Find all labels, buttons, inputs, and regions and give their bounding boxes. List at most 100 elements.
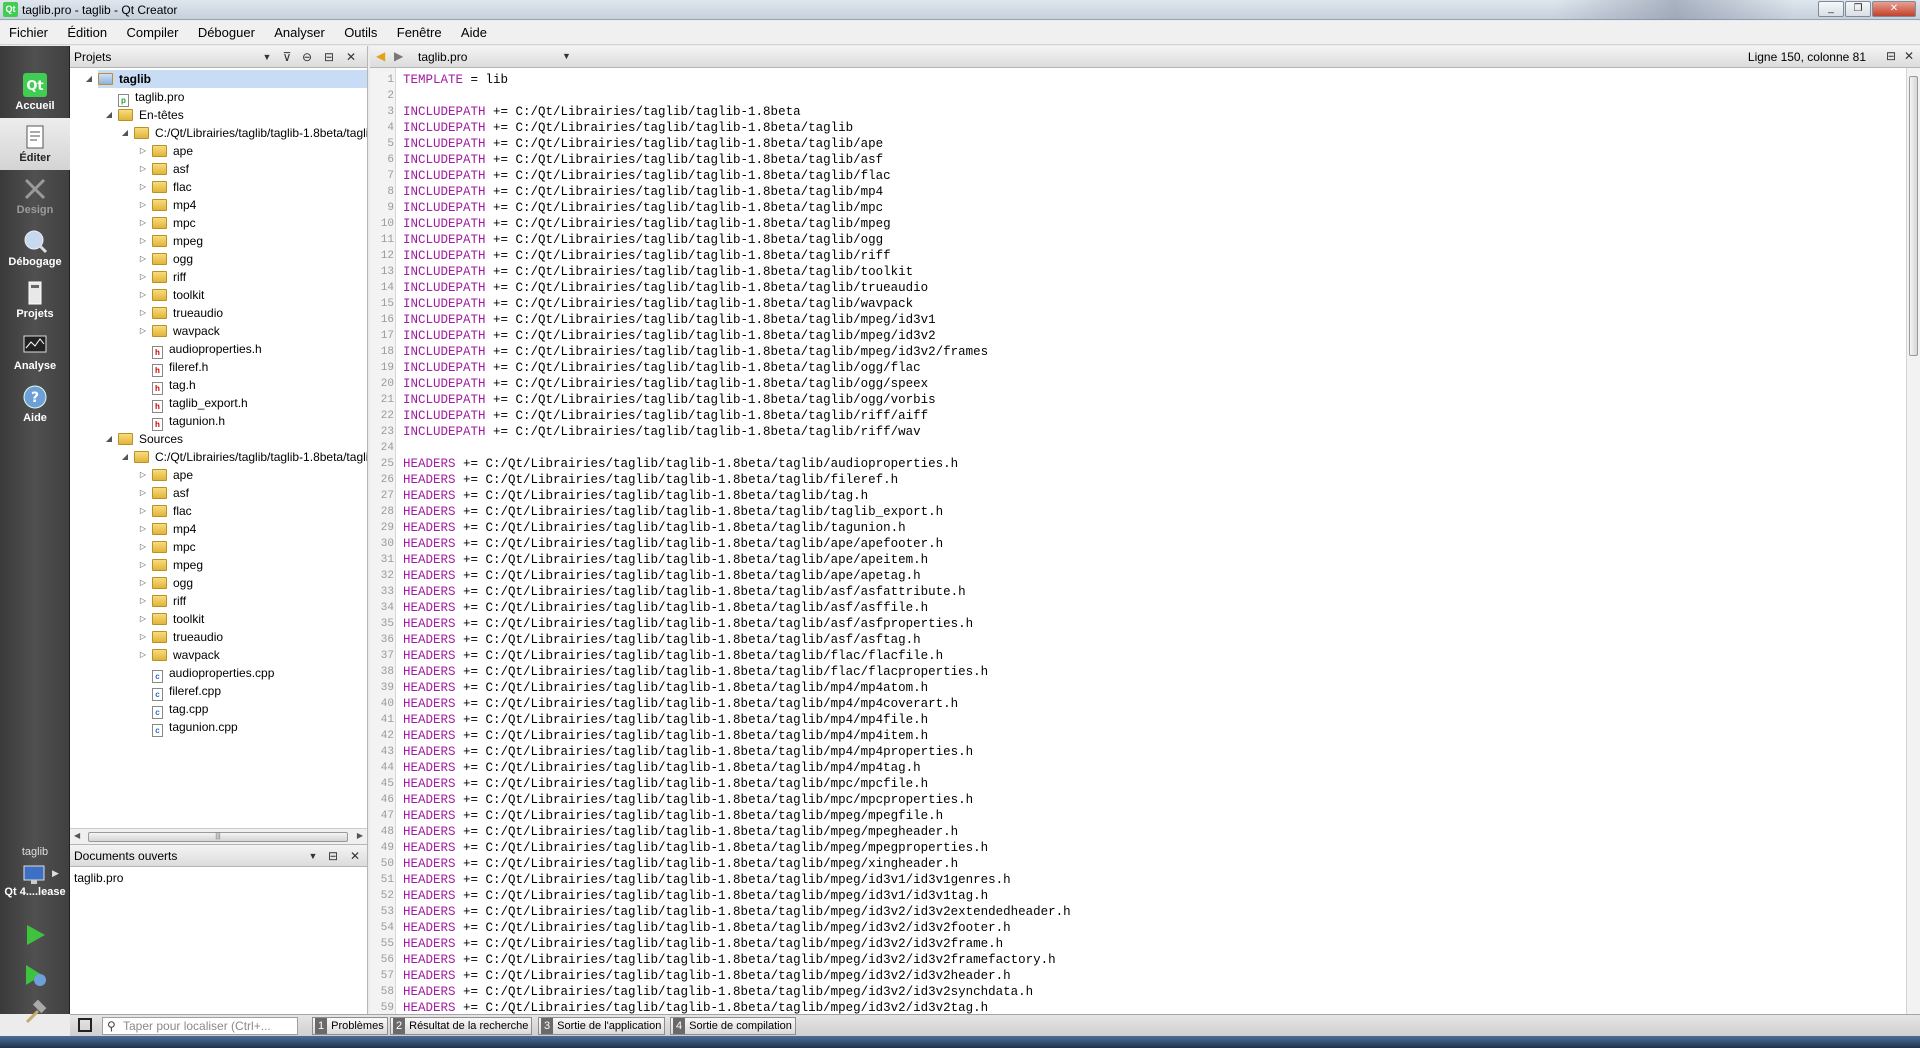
close-window-button[interactable]: ✕ xyxy=(1872,1,1916,17)
code-line[interactable]: 58 HEADERS += C:/Qt/Librairies/taglib/tag… xyxy=(370,984,1900,1000)
code-line[interactable]: 6 INCLUDEPATH += C:/Qt/Librairies/taglib/… xyxy=(370,152,1900,168)
tree-item[interactable]: ◢ C:/Qt/Librairies/taglib/taglib-1.8beta/… xyxy=(122,124,367,142)
collapsed-arrow-icon[interactable]: ▷ xyxy=(138,520,148,538)
mode-debug[interactable]: Débogage xyxy=(0,222,70,274)
maximize-button[interactable]: ❐ xyxy=(1845,1,1871,17)
open-document-item[interactable]: taglib.pro xyxy=(74,869,123,887)
scroll-right-icon[interactable]: ▶ xyxy=(357,831,363,840)
tree-item[interactable]: ▷ riff xyxy=(140,592,186,610)
view-selector-arrow-icon[interactable]: ▼ xyxy=(260,50,274,64)
code-line[interactable]: 32 HEADERS += C:/Qt/Librairies/taglib/tag… xyxy=(370,568,1900,584)
close-editor-icon[interactable]: ✕ xyxy=(1904,49,1914,63)
tree-item[interactable]: h tag.h xyxy=(152,376,196,395)
collapsed-arrow-icon[interactable]: ▷ xyxy=(138,574,148,592)
scroll-left-icon[interactable]: ◀ xyxy=(74,831,80,840)
code-line[interactable]: 52 HEADERS += C:/Qt/Librairies/taglib/tag… xyxy=(370,888,1900,904)
close-pane-icon[interactable]: ✕ xyxy=(344,50,358,64)
code-line[interactable]: 33 HEADERS += C:/Qt/Librairies/taglib/tag… xyxy=(370,584,1900,600)
collapsed-arrow-icon[interactable]: ▷ xyxy=(138,286,148,304)
code-line[interactable]: 22 INCLUDEPATH += C:/Qt/Librairies/taglib… xyxy=(370,408,1900,424)
tree-item[interactable]: h fileref.h xyxy=(152,358,208,377)
collapsed-arrow-icon[interactable]: ▷ xyxy=(138,142,148,160)
collapsed-arrow-icon[interactable]: ▷ xyxy=(138,538,148,556)
tree-item[interactable]: ▷ mpeg xyxy=(140,556,203,574)
filter-icon[interactable]: ⊽ xyxy=(280,50,294,64)
tab-resultat-recherche[interactable]: 2 Résultat de la recherche xyxy=(390,1017,533,1035)
code-line[interactable]: 53 HEADERS += C:/Qt/Librairies/taglib/tag… xyxy=(370,904,1900,920)
tree-item[interactable]: ▷ riff xyxy=(140,268,186,286)
code-line[interactable]: 48 HEADERS += C:/Qt/Librairies/taglib/tag… xyxy=(370,824,1900,840)
code-line[interactable]: 54 HEADERS += C:/Qt/Librairies/taglib/tag… xyxy=(370,920,1900,936)
tree-item[interactable]: ▷ asf xyxy=(140,484,189,502)
expanded-arrow-icon[interactable]: ◢ xyxy=(120,124,130,142)
tree-item[interactable]: ▷ trueaudio xyxy=(140,304,223,322)
expanded-arrow-icon[interactable]: ◢ xyxy=(84,70,94,88)
tree-item[interactable]: ◢ taglib xyxy=(86,70,367,88)
collapsed-arrow-icon[interactable]: ▷ xyxy=(138,268,148,286)
collapsed-arrow-icon[interactable]: ▷ xyxy=(138,304,148,322)
code-line[interactable]: 2 xyxy=(370,88,1900,104)
menu-compiler[interactable]: Compiler xyxy=(117,21,185,45)
code-line[interactable]: 17 INCLUDEPATH += C:/Qt/Librairies/taglib… xyxy=(370,328,1900,344)
dropdown-arrow-icon[interactable]: ▼ xyxy=(306,849,320,863)
collapsed-arrow-icon[interactable]: ▷ xyxy=(138,610,148,628)
tree-item[interactable]: c tag.cpp xyxy=(152,700,208,719)
expanded-arrow-icon[interactable]: ◢ xyxy=(104,430,114,448)
horizontal-scrollbar[interactable]: ◀ ||| ▶ xyxy=(70,828,367,844)
code-line[interactable]: 1 TEMPLATE = lib xyxy=(370,72,1900,88)
back-arrow-icon[interactable]: ◀ xyxy=(376,49,385,63)
tree-item[interactable]: ◢ Sources xyxy=(106,430,183,448)
menu-fichier[interactable]: Fichier xyxy=(0,21,55,45)
minimize-button[interactable]: _ xyxy=(1818,1,1844,17)
code-line[interactable]: 42 HEADERS += C:/Qt/Librairies/taglib/tag… xyxy=(370,728,1900,744)
current-file-name[interactable]: taglib.pro xyxy=(418,50,467,64)
code-line[interactable]: 16 INCLUDEPATH += C:/Qt/Librairies/taglib… xyxy=(370,312,1900,328)
mode-analyze[interactable]: Analyse xyxy=(0,326,70,378)
tree-item[interactable]: h audioproperties.h xyxy=(152,340,262,359)
code-line[interactable]: 4 INCLUDEPATH += C:/Qt/Librairies/taglib/… xyxy=(370,120,1900,136)
tree-item[interactable]: ◢ En-têtes xyxy=(106,106,184,124)
collapsed-arrow-icon[interactable]: ▷ xyxy=(138,646,148,664)
code-line[interactable]: 13 INCLUDEPATH += C:/Qt/Librairies/taglib… xyxy=(370,264,1900,280)
tree-item[interactable]: ◢ C:/Qt/Librairies/taglib/taglib-1.8beta/… xyxy=(122,448,367,466)
tree-item[interactable]: c fileref.cpp xyxy=(152,682,221,701)
code-line[interactable]: 24 xyxy=(370,440,1900,456)
tree-item[interactable]: ▷ mp4 xyxy=(140,520,196,538)
debug-run-button[interactable] xyxy=(22,962,48,988)
code-line[interactable]: 21 INCLUDEPATH += C:/Qt/Librairies/taglib… xyxy=(370,392,1900,408)
tree-item[interactable]: ▷ trueaudio xyxy=(140,628,223,646)
code-line[interactable]: 55 HEADERS += C:/Qt/Librairies/taglib/tag… xyxy=(370,936,1900,952)
menu-outils[interactable]: Outils xyxy=(335,21,384,45)
menu-aide[interactable]: Aide xyxy=(452,21,494,45)
code-line[interactable]: 37 HEADERS += C:/Qt/Librairies/taglib/tag… xyxy=(370,648,1900,664)
code-line[interactable]: 59 HEADERS += C:/Qt/Librairies/taglib/tag… xyxy=(370,1000,1900,1014)
collapsed-arrow-icon[interactable]: ▷ xyxy=(138,160,148,178)
mode-help[interactable]: ? Aide xyxy=(0,378,70,430)
expanded-arrow-icon[interactable]: ◢ xyxy=(120,448,130,466)
scroll-thumb[interactable]: ||| xyxy=(88,832,348,842)
code-line[interactable]: 27 HEADERS += C:/Qt/Librairies/taglib/tag… xyxy=(370,488,1900,504)
tree-item[interactable]: h taglib_export.h xyxy=(152,394,248,413)
code-line[interactable]: 29 HEADERS += C:/Qt/Librairies/taglib/tag… xyxy=(370,520,1900,536)
code-line[interactable]: 10 INCLUDEPATH += C:/Qt/Librairies/taglib… xyxy=(370,216,1900,232)
projects-pane-title[interactable]: Projets xyxy=(74,50,111,64)
mode-design[interactable]: Design xyxy=(0,170,70,222)
code-line[interactable]: 50 HEADERS += C:/Qt/Librairies/taglib/tag… xyxy=(370,856,1900,872)
code-line[interactable]: 25 HEADERS += C:/Qt/Librairies/taglib/tag… xyxy=(370,456,1900,472)
editor-vertical-scrollbar[interactable] xyxy=(1906,68,1920,1014)
menu-fenetre[interactable]: Fenêtre xyxy=(388,21,449,45)
code-line[interactable]: 14 INCLUDEPATH += C:/Qt/Librairies/taglib… xyxy=(370,280,1900,296)
forward-arrow-icon[interactable]: ▶ xyxy=(394,49,403,63)
tree-item[interactable]: ▷ mpc xyxy=(140,214,196,232)
code-line[interactable]: 45 HEADERS += C:/Qt/Librairies/taglib/tag… xyxy=(370,776,1900,792)
tab-problemes[interactable]: 1 Problèmes xyxy=(312,1017,388,1035)
collapsed-arrow-icon[interactable]: ▷ xyxy=(138,502,148,520)
menu-analyser[interactable]: Analyser xyxy=(265,21,332,45)
mode-projects[interactable]: Projets xyxy=(0,274,70,326)
tree-item[interactable]: ▷ ape xyxy=(140,466,193,484)
tab-sortie-compilation[interactable]: 4 Sortie de compilation xyxy=(670,1017,796,1035)
tree-item[interactable]: ▷ ogg xyxy=(140,574,193,592)
link-icon[interactable]: ⊖ xyxy=(300,50,314,64)
tree-item[interactable]: ▷ flac xyxy=(140,178,192,196)
tree-item[interactable]: ▷ ogg xyxy=(140,250,193,268)
